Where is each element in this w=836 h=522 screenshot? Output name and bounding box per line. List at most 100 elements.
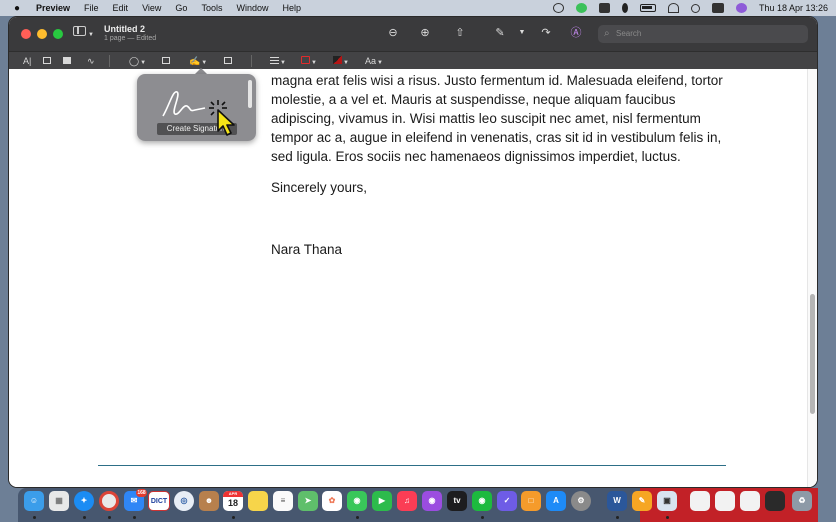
- trash-icon[interactable]: ♻: [792, 491, 812, 511]
- green-status-icon[interactable]: [575, 3, 587, 13]
- markup-menu-chevron-icon[interactable]: ▼: [515, 26, 529, 40]
- messages-icon[interactable]: ◉: [347, 491, 367, 511]
- sidebar-icon: [73, 26, 86, 36]
- dock-window-thumbnail-4[interactable]: [765, 491, 785, 511]
- fingerprint-app-icon[interactable]: ◎: [174, 491, 194, 511]
- contacts-icon[interactable]: ☻: [199, 491, 219, 511]
- app-store-icon[interactable]: A: [546, 491, 566, 511]
- signature-popover: Create Signature: [137, 74, 256, 141]
- zoom-in-icon[interactable]: ⊕: [418, 26, 432, 40]
- text-style-label: Aa: [365, 56, 377, 66]
- running-indicator: [133, 516, 136, 519]
- line-app-icon[interactable]: ◉: [472, 491, 492, 511]
- close-window-button[interactable]: [21, 29, 31, 39]
- body-paragraph: magna erat felis wisi a risus. Justo fer…: [271, 73, 723, 164]
- safari-icon[interactable]: ✦: [74, 491, 94, 511]
- menu-view[interactable]: View: [142, 3, 161, 13]
- running-indicator: [33, 516, 36, 519]
- books-icon[interactable]: □: [521, 491, 541, 511]
- menu-window[interactable]: Window: [236, 3, 268, 13]
- finder-icon[interactable]: ☺: [24, 491, 44, 511]
- apple-menu-icon[interactable]: ●: [14, 3, 26, 14]
- menu-tools[interactable]: Tools: [201, 3, 222, 13]
- maps-icon[interactable]: ➤: [298, 491, 318, 511]
- shape-style-icon[interactable]: ▼: [270, 55, 286, 67]
- running-indicator: [481, 516, 484, 519]
- zoom-out-icon[interactable]: ⊖: [386, 26, 400, 40]
- battery-icon[interactable]: [639, 4, 656, 12]
- menu-go[interactable]: Go: [175, 3, 187, 13]
- zoom-window-button[interactable]: [53, 29, 63, 39]
- dock-window-thumbnail-1[interactable]: [690, 491, 710, 511]
- popover-scrollbar[interactable]: [248, 80, 252, 108]
- facetime-icon[interactable]: ▶: [372, 491, 392, 511]
- podcasts-icon[interactable]: ◉: [422, 491, 442, 511]
- menu-edit[interactable]: Edit: [113, 3, 129, 13]
- signature-preview-icon[interactable]: [159, 86, 209, 120]
- launchpad-icon[interactable]: ▦: [49, 491, 69, 511]
- bluetooth-icon[interactable]: [621, 3, 628, 13]
- music-icon[interactable]: ♫: [397, 491, 417, 511]
- chrome-icon[interactable]: [99, 491, 119, 511]
- document-status: 1 page — Edited: [104, 35, 157, 42]
- menu-file[interactable]: File: [84, 3, 99, 13]
- running-indicator: [232, 516, 235, 519]
- instant-alpha-icon[interactable]: [63, 55, 71, 67]
- vertical-scrollbar[interactable]: [807, 69, 817, 487]
- chevron-down-icon: ▼: [88, 32, 94, 38]
- toolbar-divider: [251, 55, 252, 67]
- siri-icon[interactable]: [735, 3, 747, 13]
- toolbar-divider: [109, 55, 110, 67]
- menu-help[interactable]: Help: [282, 3, 301, 13]
- menu-app-preview[interactable]: Preview: [36, 3, 70, 13]
- photos-icon[interactable]: ✿: [322, 491, 342, 511]
- pages-icon[interactable]: ✎: [632, 491, 652, 511]
- wifi-icon[interactable]: [667, 3, 679, 13]
- text-style-button[interactable]: Aa▼: [365, 55, 383, 67]
- sidebar-toggle-button[interactable]: ▼: [73, 26, 97, 40]
- word-icon[interactable]: W: [607, 491, 627, 511]
- control-center-icon[interactable]: [711, 3, 724, 13]
- spotlight-search-icon[interactable]: [690, 3, 700, 13]
- document-title[interactable]: Untitled 2: [104, 24, 145, 34]
- system-settings-icon[interactable]: ⚙: [571, 491, 591, 511]
- window-titlebar: ▼ Untitled 2 1 page — Edited ⊖ ⊕ ⇧ ✎ ▼ ↷…: [9, 17, 817, 51]
- markup-pen-icon[interactable]: ✎: [493, 26, 507, 40]
- menu-bar: ● Preview File Edit View Go Tools Window…: [0, 0, 836, 16]
- markup-toggle-icon[interactable]: Ⓐ: [569, 26, 583, 40]
- running-indicator: [616, 516, 619, 519]
- dock-window-thumbnail-2[interactable]: [715, 491, 735, 511]
- document-page: magna erat felis wisi a risus. Justo fer…: [9, 69, 807, 487]
- feather-app-icon[interactable]: ✓: [497, 491, 517, 511]
- calendar-month: APR: [223, 491, 243, 497]
- share-icon[interactable]: ⇧: [453, 26, 467, 40]
- apple-tv-icon[interactable]: tv: [447, 491, 467, 511]
- preview-icon[interactable]: ▣: [657, 491, 677, 511]
- notes-icon[interactable]: [248, 491, 268, 511]
- note-icon[interactable]: [224, 55, 232, 67]
- text-box-icon[interactable]: [162, 55, 170, 67]
- scrollbar-thumb[interactable]: [810, 294, 815, 414]
- traffic-lights: [21, 29, 63, 39]
- dictionary-app-icon[interactable]: DICT: [148, 491, 170, 511]
- dock-window-thumbnail-3[interactable]: [740, 491, 760, 511]
- mail-badge: 168: [136, 489, 147, 497]
- sign-icon[interactable]: ✍▼: [189, 55, 207, 67]
- calendar-day: 18: [227, 498, 238, 508]
- footer-rule: [98, 465, 726, 466]
- reminders-icon[interactable]: ≡: [273, 491, 293, 511]
- minimize-window-button[interactable]: [37, 29, 47, 39]
- text-selection-icon[interactable]: A|: [23, 55, 31, 67]
- search-field[interactable]: Search: [598, 25, 808, 43]
- markup-toolbar: A| ∿ ◯▼ ✍▼ ▼ ▼ ▼ Aa▼: [9, 51, 817, 69]
- rotate-icon[interactable]: ↷: [539, 26, 553, 40]
- fill-color-icon[interactable]: ▼: [333, 55, 349, 67]
- running-indicator: [108, 516, 111, 519]
- accessibility-icon[interactable]: [552, 3, 564, 13]
- sketch-icon[interactable]: ∿: [87, 55, 95, 67]
- shapes-icon[interactable]: ◯▼: [129, 55, 146, 67]
- border-color-icon[interactable]: ▼: [301, 55, 317, 67]
- menubar-clock[interactable]: Thu 18 Apr 13:26: [759, 3, 828, 13]
- app-n-icon[interactable]: [598, 3, 610, 13]
- rectangular-selection-icon[interactable]: [43, 55, 51, 67]
